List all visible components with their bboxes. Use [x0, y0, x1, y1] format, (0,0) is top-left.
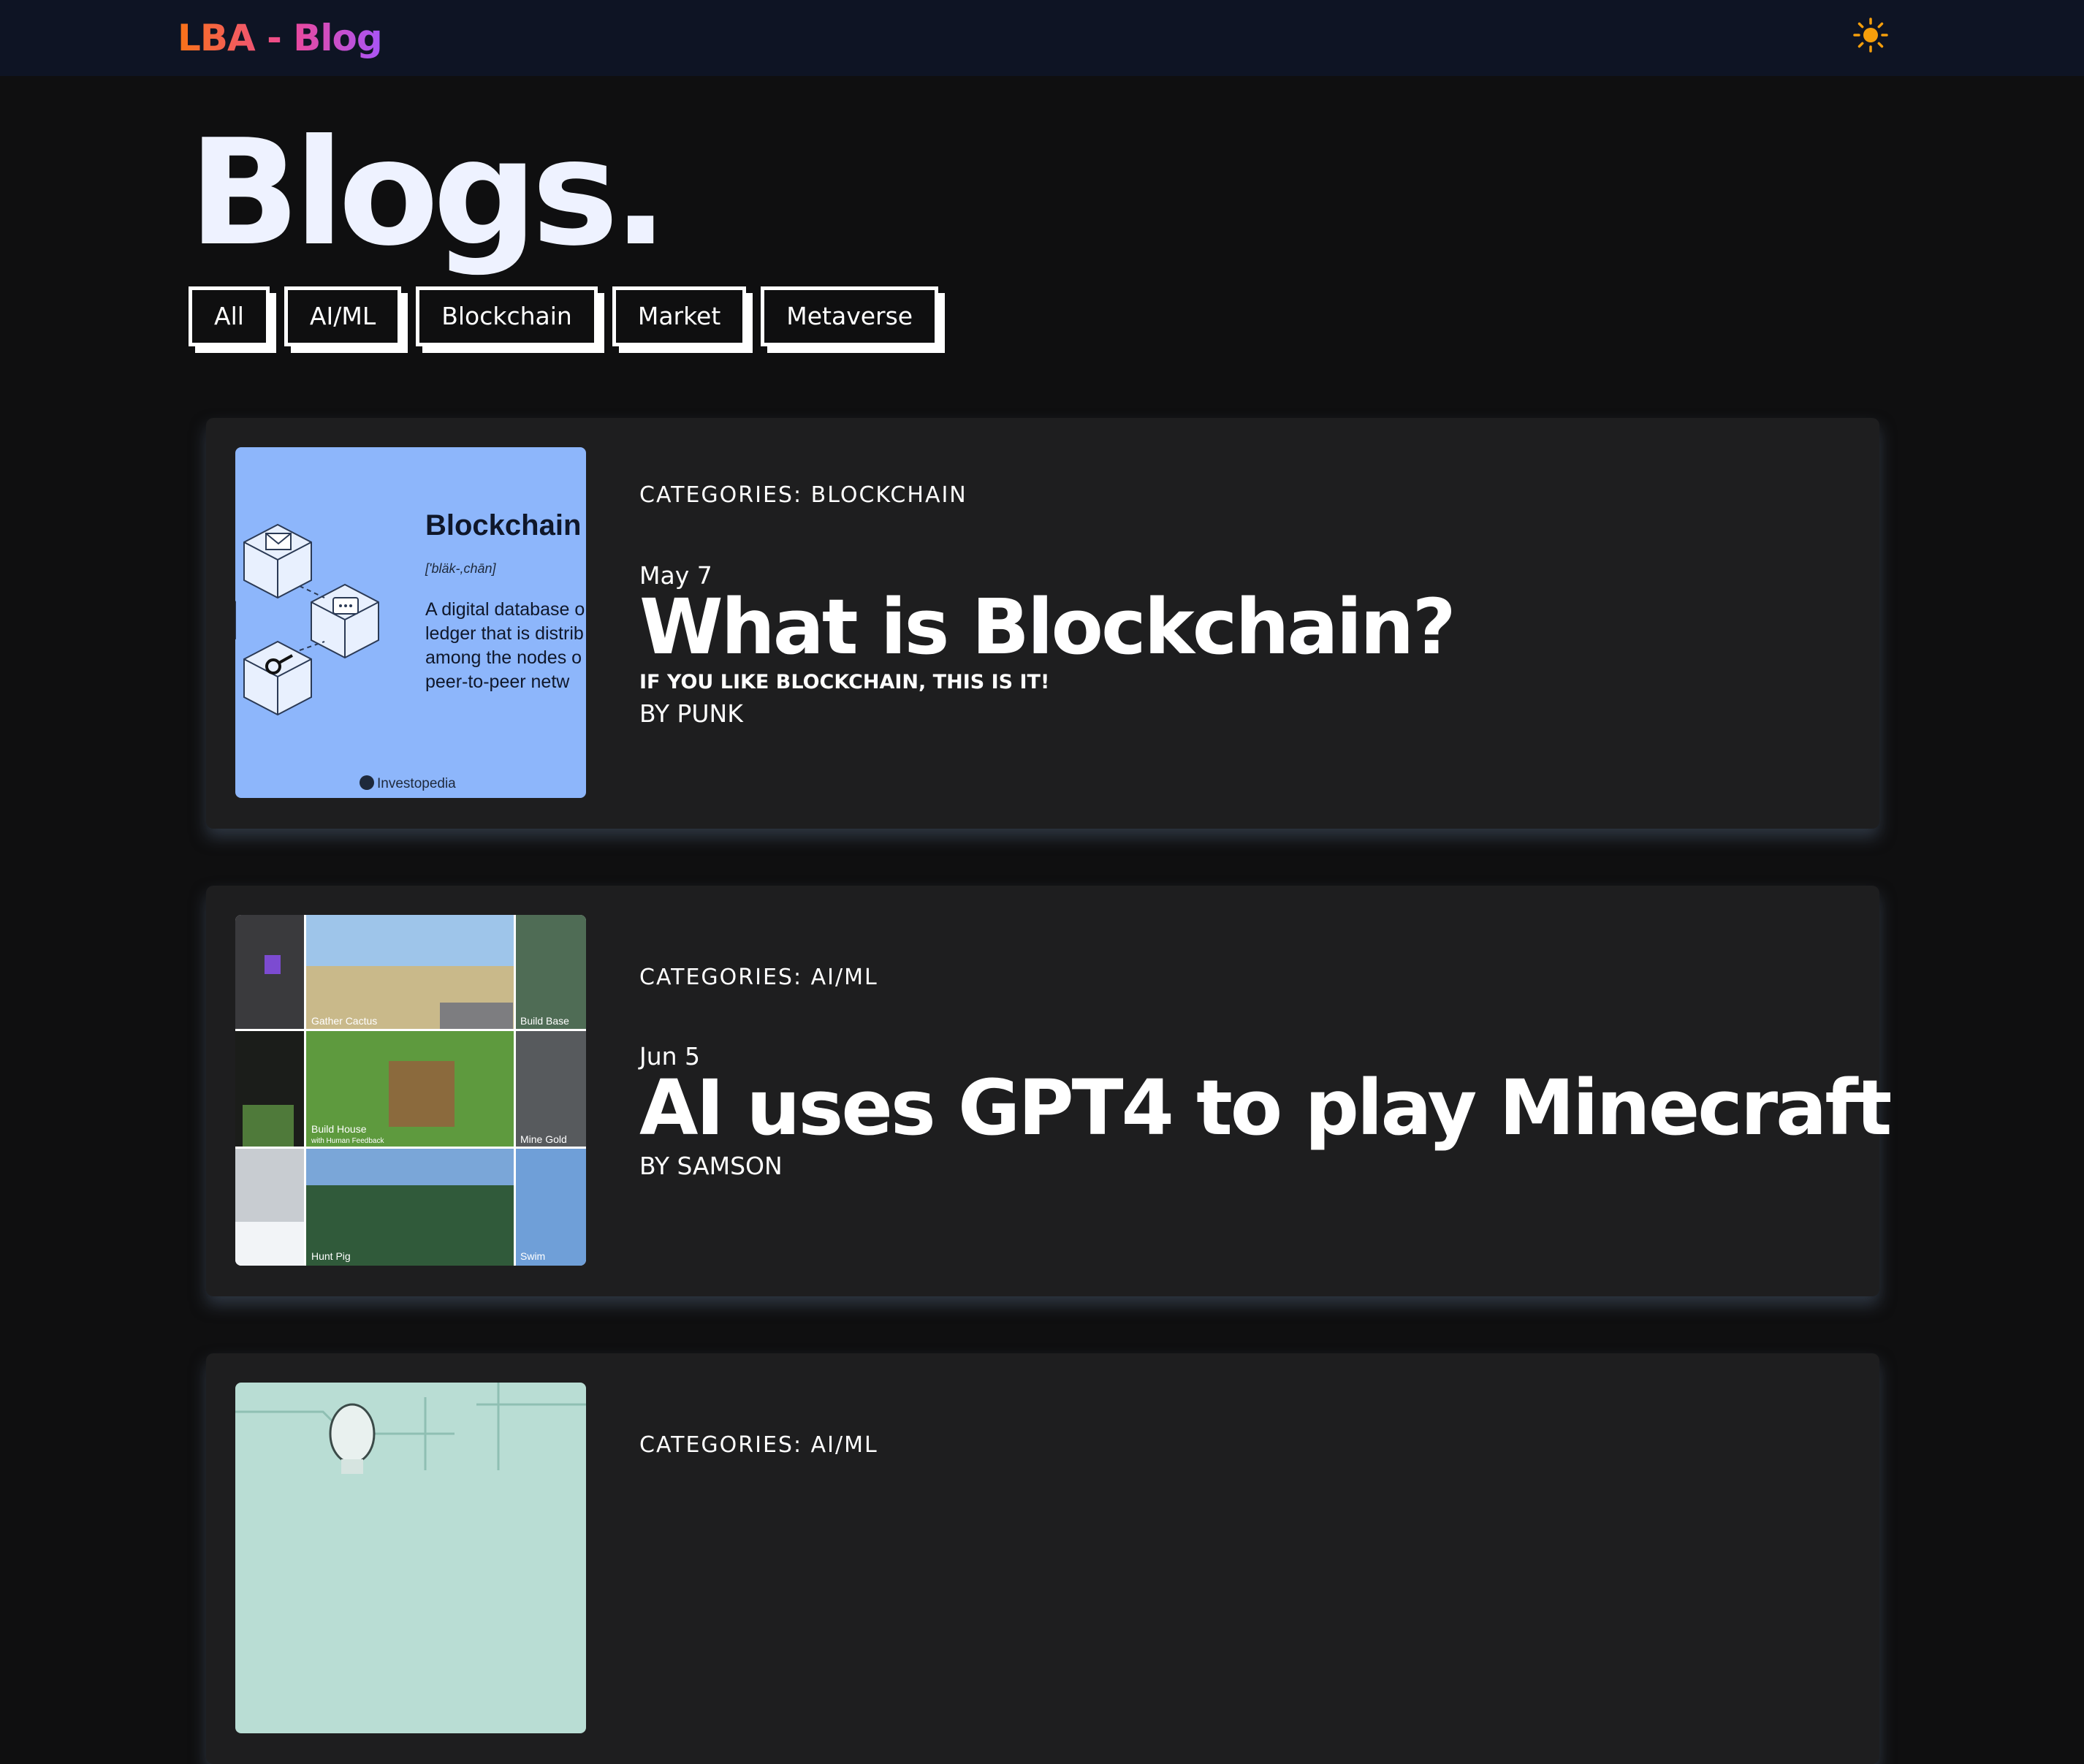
svg-text:with Human Feedback: with Human Feedback [311, 1137, 384, 1145]
svg-text:Investopedia: Investopedia [377, 776, 456, 791]
svg-text:ledger that is distrib: ledger that is distrib [425, 623, 584, 644]
post-categories: CATEGORIES: AI/ML [639, 1432, 878, 1458]
svg-text:['bläk-,chān]: ['bläk-,chān] [425, 561, 496, 576]
svg-text:among the nodes o: among the nodes o [425, 647, 582, 668]
svg-text:Swim: Swim [520, 1250, 545, 1262]
post-thumbnail[interactable]: Blockchain ['bläk-,chān] A digital datab… [235, 447, 586, 798]
svg-text:Build House: Build House [311, 1123, 367, 1135]
filter-blockchain-button[interactable]: Blockchain [416, 286, 598, 346]
svg-text:Build Base: Build Base [520, 1015, 569, 1027]
post-author: BY PUNK [639, 699, 743, 728]
svg-text:A digital database o: A digital database o [425, 599, 585, 620]
post-author: BY SAMSON [639, 1152, 783, 1180]
post-thumbnail[interactable]: Gather Cactus Build Base Build House wit… [235, 915, 586, 1266]
filter-aiml-button[interactable]: AI/ML [284, 286, 402, 346]
svg-text:peer-to-peer netw: peer-to-peer netw [425, 672, 570, 692]
blog-post-card[interactable]: Blockchain ['bläk-,chān] A digital datab… [206, 418, 1879, 829]
category-filter-bar: All AI/ML Blockchain Market Metaverse [189, 286, 939, 346]
filter-all-button[interactable]: All [189, 286, 270, 346]
blog-post-card[interactable]: CATEGORIES: AI/ML [206, 1353, 1879, 1764]
post-categories: CATEGORIES: BLOCKCHAIN [639, 482, 967, 508]
blog-post-card[interactable]: Gather Cactus Build Base Build House wit… [206, 886, 1892, 1296]
top-nav-bar: LBA - Blog [0, 0, 2084, 76]
filter-market-button[interactable]: Market [612, 286, 747, 346]
theme-toggle-button[interactable] [1850, 16, 1891, 57]
filter-metaverse-button[interactable]: Metaverse [761, 286, 939, 346]
svg-text:Blockchain: Blockchain [425, 509, 581, 541]
svg-text:Mine Gold: Mine Gold [520, 1133, 567, 1145]
page-title: Blogs. [189, 108, 669, 278]
post-subtitle: IF YOU LIKE BLOCKCHAIN, THIS IS IT! [639, 671, 1050, 693]
brand-logo[interactable]: LBA - Blog [178, 12, 383, 64]
post-categories: CATEGORIES: AI/ML [639, 965, 878, 990]
svg-text:Hunt Pig: Hunt Pig [311, 1250, 351, 1262]
post-thumbnail[interactable] [235, 1383, 586, 1733]
post-title-link[interactable]: What is Blockchain? [639, 583, 1456, 671]
sun-icon [1853, 18, 1888, 56]
svg-text:Gather Cactus: Gather Cactus [311, 1015, 377, 1027]
post-title-link[interactable]: AI uses GPT4 to play Minecraft [639, 1064, 1892, 1152]
